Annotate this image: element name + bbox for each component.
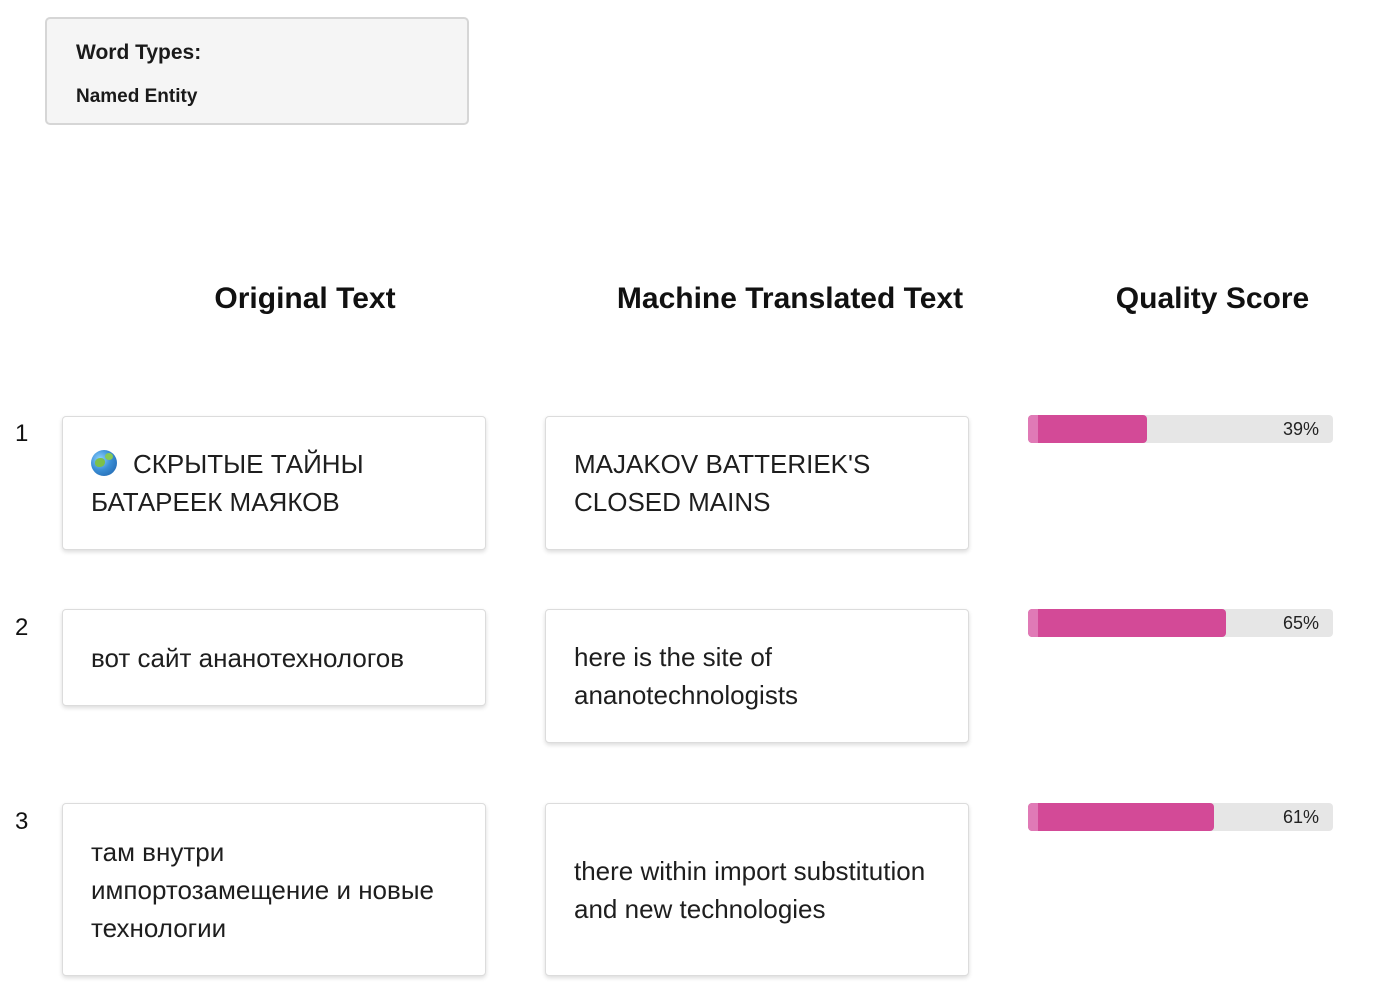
quality-score-bar: 65%: [1028, 609, 1333, 637]
quality-score-fill: [1028, 415, 1147, 443]
row-number: 3: [15, 808, 29, 835]
word-type-named-entity[interactable]: Named Entity: [76, 86, 197, 108]
quality-score-label: 39%: [1282, 419, 1319, 439]
original-text: там внутри импортозамещение и новые техн…: [91, 836, 434, 943]
quality-score-fill: [1028, 609, 1227, 637]
machine-translated-header: Machine Translated Text: [616, 282, 964, 315]
globe-icon: [91, 450, 117, 476]
original-text-card: там внутри импортозамещение и новые техн…: [62, 803, 486, 976]
quality-score-label: 61%: [1282, 807, 1319, 827]
row-number: 2: [15, 614, 29, 641]
original-text-card: вот сайт ананотехнологов: [62, 609, 486, 706]
translated-text-card: there within import substitution and new…: [545, 803, 969, 976]
quality-score-bar: 61%: [1028, 803, 1333, 831]
quality-score-fill: [1028, 803, 1215, 831]
quality-score-bar: 39%: [1028, 415, 1333, 443]
original-text-header: Original Text: [214, 282, 396, 315]
translated-text-card: here is the site of ananotechnologists: [545, 609, 969, 743]
original-text-card: СКРЫТЫЕ ТАЙНЫ БАТАРЕЕК МАЯКОВ: [62, 416, 486, 550]
row-number: 1: [15, 420, 29, 447]
quality-score-header: Quality Score: [1115, 282, 1310, 315]
translated-text-card: MAJAKOV BATTERIEK'S CLOSED MAINS: [545, 416, 969, 550]
translated-text: MAJAKOV BATTERIEK'S CLOSED MAINS: [574, 449, 871, 517]
quality-score-label: 65%: [1282, 613, 1319, 633]
translated-text: there within import substitution and new…: [574, 855, 926, 924]
original-text: СКРЫТЫЕ ТАЙНЫ БАТАРЕЕК МАЯКОВ: [91, 449, 364, 517]
page: Word Types: Named Entity Original Text M…: [0, 0, 1376, 1008]
translated-text: here is the site of ananotechnologists: [574, 642, 799, 710]
word-types-panel: Word Types: Named Entity: [45, 17, 469, 125]
original-text: вот сайт ананотехнологов: [91, 642, 405, 673]
word-types-title: Word Types:: [76, 41, 202, 64]
